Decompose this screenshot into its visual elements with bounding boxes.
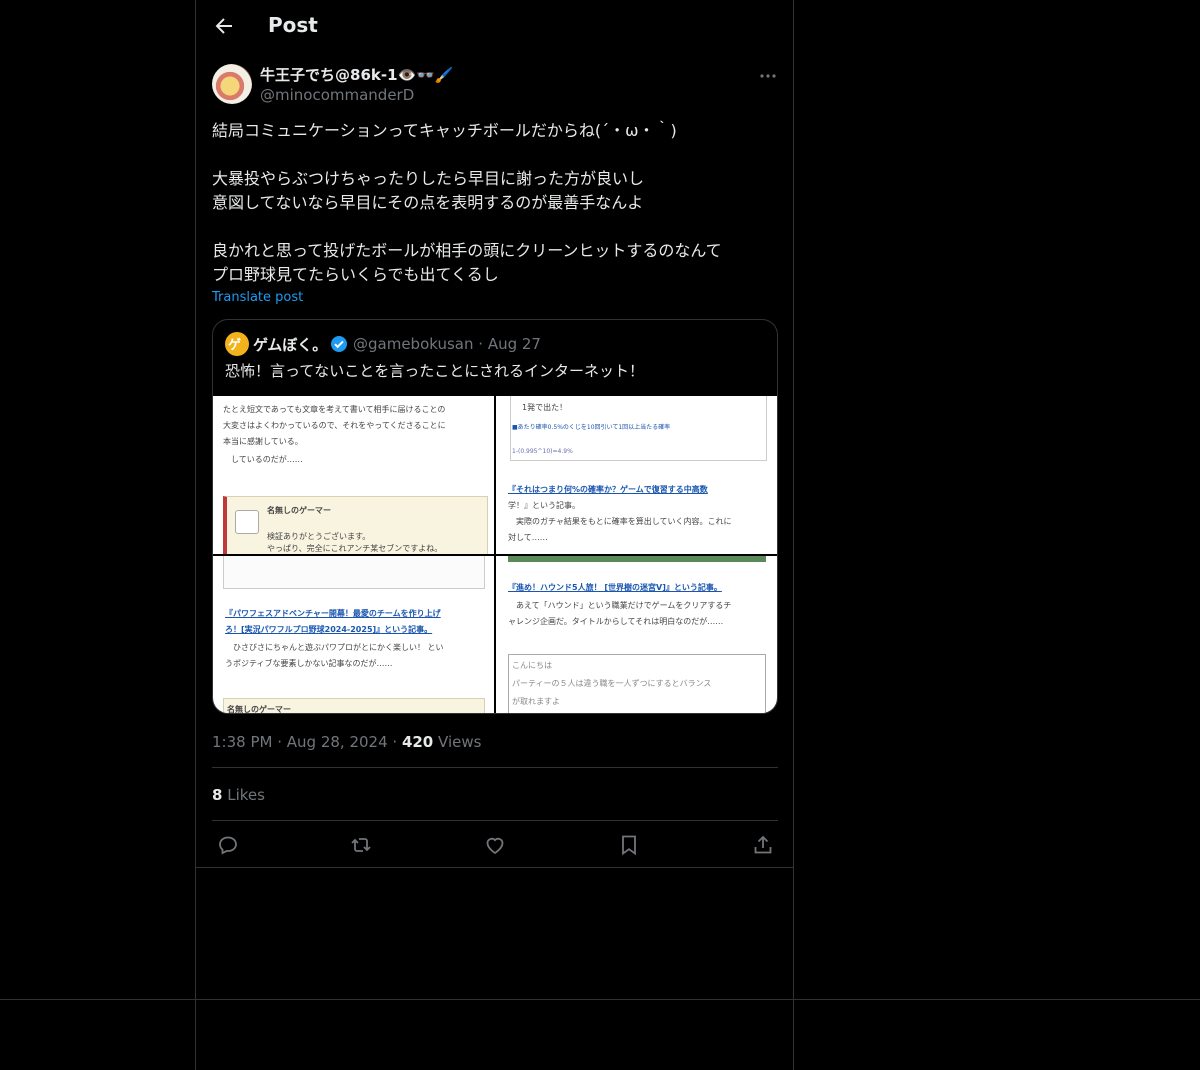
image-text: あえて「ハウンド」という職業だけでゲームをクリアするチ [508,601,732,610]
post-line: プロ野球見てたらいくらでも出てくるし [212,265,499,284]
likes-label: Likes [227,786,265,804]
quote-handle[interactable]: @gamebokusan [353,335,474,353]
image-text: うポジティブな要素しかない記事なのだが…… [225,659,393,668]
image-text: 学！』という記事。 [508,501,580,510]
image-text: 『進め！ハウンド5人旅！ [世界樹の迷宮V]』という記事。 [508,583,722,592]
quote-image-grid: たとえ短文であっても文章を考えて書いて相手に届けることの 大変さはよくわかってい… [213,396,777,714]
image-text: やっぱり、完全にこれアンチ某セブンですよね。 [267,544,443,553]
post-meta: 1:38 PM · Aug 28, 2024 · 420 Views [212,733,482,751]
more-icon[interactable] [758,66,778,86]
image-text: ■あたり確率0.5%のくじを10回引いて1回以上当たる確率 [512,424,671,431]
quote-handle-date: @gamebokusan · Aug 27 [353,335,541,353]
post-line: 大暴投やらぶつけちゃったりしたら早目に謝った方が良いし [212,169,645,188]
views-count: 420 [401,733,434,751]
image-text: ャレンジ企画だ。タイトルからしてそれは明白なのだが…… [508,617,724,626]
post-date[interactable]: Aug 28, 2024 [287,733,388,751]
image-text: ひさびさにちゃんと遊ぶパワプロがとにかく楽しい！ とい [225,643,444,652]
post-line: 結局コミュニケーションってキャッチボールだからね(´・ω・｀) [212,121,677,140]
reply-icon[interactable] [216,833,240,857]
divider [212,767,778,768]
quote-avatar[interactable]: ゲ [225,332,249,356]
page-title: Post [268,13,318,37]
quote-image-4[interactable]: 『進め！ハウンド5人旅！ [世界樹の迷宮V]』という記事。 あえて「ハウンド」と… [496,556,777,713]
quote-author-name[interactable]: ゲムぼく。 [253,334,327,355]
post-line: 良かれと思って投げたボールが相手の頭にクリーンヒットするのなんて [212,241,722,260]
page-header: Post [196,0,793,53]
quote-text: 恐怖！言ってないことを言ったことにされるインターネット！ [225,362,644,380]
user-icon [235,510,259,534]
likes-count: 8 [212,786,223,804]
image-text: 大変さはよくわかっているので、それをやってくださることに [223,421,446,430]
translate-link[interactable]: Translate post [212,290,303,305]
author-handle[interactable]: @minocommanderD [260,86,414,104]
divider [196,867,793,868]
article-link: ろ！[実況パワフルプロ野球2024-2025]』という記事。 [225,625,433,634]
image-text: 実際のガチャ結果をもとに確率を算出していく内容。これに [508,517,732,526]
back-arrow-icon[interactable] [212,14,236,38]
main-column: Post 牛王子でち@86k-1👁️👓🖌️ @minocommanderD 結局… [195,0,794,1070]
game-screenshot [508,556,766,562]
quote-image-2[interactable]: 1発で出た！ ■あたり確率0.5%のくじを10回引いて1回以上当たる確率 1-(… [496,396,777,554]
image-text: 名無しのゲーマー [267,506,331,515]
likes-stat[interactable]: 8 Likes [212,786,265,804]
image-text: 対して…… [508,533,548,542]
quote-date[interactable]: Aug 27 [488,335,541,353]
article-link: 『パワフェスアドベンチャー開幕！最愛のチームを作り上げ [225,609,441,618]
share-icon[interactable] [751,833,775,857]
views-label: Views [438,733,482,751]
like-icon[interactable] [483,833,507,857]
image-text: が取れますよ [512,697,560,706]
avatar[interactable] [212,64,252,104]
article-link: 『それはつまり何%の確率か？ゲームで復習する中高数 [508,485,708,494]
post-text: 結局コミュニケーションってキャッチボールだからね(´・ω・｀) 大暴投やらぶつけ… [212,119,778,287]
image-text: こんにちは [512,661,552,670]
image-text: たとえ短文であっても文章を考えて書いて相手に届けることの [223,405,446,414]
quote-image-3[interactable]: 『パワフェスアドベンチャー開幕！最愛のチームを作り上げ ろ！[実況パワフルプロ野… [213,556,494,714]
quote-image-1[interactable]: たとえ短文であっても文章を考えて書いて相手に届けることの 大変さはよくわかってい… [213,396,494,554]
bookmark-icon[interactable] [617,833,641,857]
image-text: パーティーの５人は違う職を一人ずつにするとバランス [512,679,712,688]
image-text: 本当に感謝している。 [223,437,303,446]
image-text: 1-(0.995^10)=4.9% [512,448,573,455]
image-text: 1発で出た！ [522,403,568,412]
comment-box [223,556,485,589]
image-text: 名無しのゲーマー [227,705,291,714]
post-line: 意図してないなら早目にその点を表明するのが最善手なんよ [212,193,644,212]
verified-icon [330,335,348,353]
divider [212,820,778,821]
repost-icon[interactable] [349,833,373,857]
image-text: しているのだが…… [223,455,303,464]
author-name[interactable]: 牛王子でち@86k-1👁️👓🖌️ [260,64,454,85]
post-time[interactable]: 1:38 PM [212,733,272,751]
quoted-post[interactable]: ゲ ゲムぼく。 @gamebokusan · Aug 27 恐怖！言ってないこと… [212,319,778,714]
